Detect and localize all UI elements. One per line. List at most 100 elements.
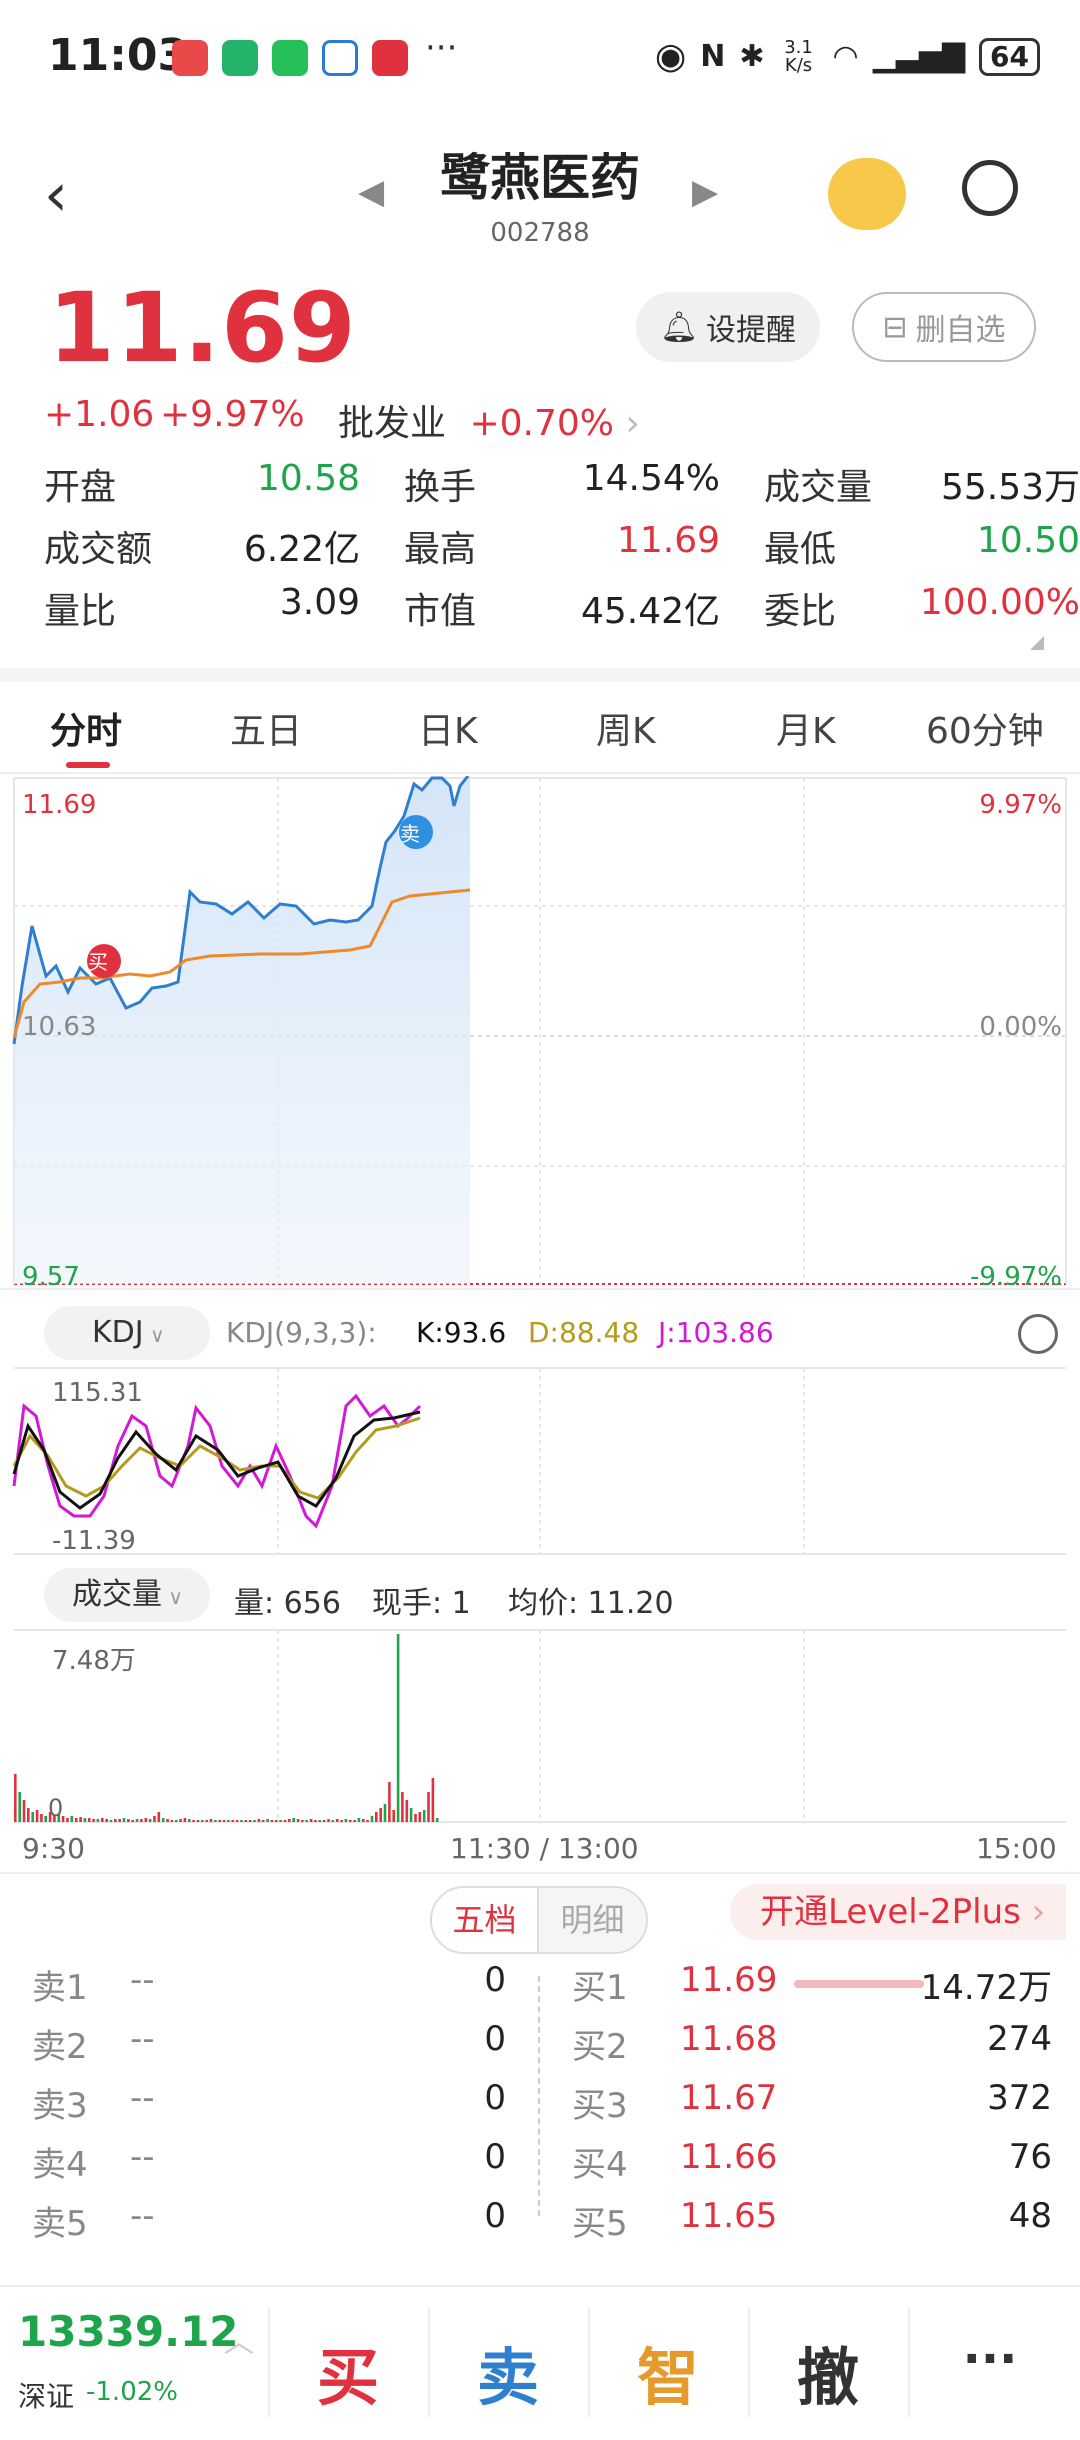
tab-five-levels[interactable]: 五档 <box>432 1888 540 1952</box>
volume-bar <box>218 1820 221 1822</box>
buy-order-row[interactable]: 买5 11.65 48 <box>540 2196 1080 2252</box>
volume-bar <box>174 1820 178 1822</box>
level2-upgrade-button[interactable]: 开通Level-2Plus › <box>730 1884 1066 1940</box>
volume-bar <box>314 1820 317 1822</box>
volume-bar <box>105 1819 108 1822</box>
volume-y-bottom: 0 <box>48 1794 64 1822</box>
turnover-label: 换手 <box>404 467 477 508</box>
cancel-order-button[interactable]: 撤 <box>748 2327 908 2417</box>
volume-bar <box>192 1820 195 1822</box>
buy-order-row[interactable]: 买4 11.66 76 <box>540 2137 1080 2193</box>
expand-stats-icon[interactable] <box>1030 636 1044 650</box>
remove-watchlist-button[interactable]: ⊟ 删自选 <box>852 292 1036 362</box>
buy-button[interactable]: 买 <box>268 2327 428 2417</box>
more-notifications-icon: ··· <box>425 28 458 68</box>
mascot-icon[interactable] <box>828 158 906 230</box>
bluetooth-icon: ✱ <box>739 39 765 74</box>
intraday-chart[interactable] <box>0 776 1080 1336</box>
order-qty: 0 <box>484 2078 506 2118</box>
volume-bar <box>188 1819 191 1822</box>
volume-bar <box>44 1816 47 1822</box>
wechat-icon <box>272 40 308 76</box>
sector-link[interactable]: 批发业 +0.70% › <box>338 394 640 446</box>
volume-bar <box>340 1820 343 1822</box>
sell-marker-label: 卖 <box>400 822 420 846</box>
kdj-chart[interactable] <box>0 1366 1080 1556</box>
volume-bar <box>353 1820 356 1822</box>
chevron-down-icon: ∨ <box>162 1585 183 1609</box>
tab-weekly-k[interactable]: 周K <box>596 702 656 754</box>
app-icon <box>322 40 358 76</box>
volume-bar <box>35 1810 39 1822</box>
volume-bar <box>196 1820 200 1822</box>
volume-bar <box>275 1820 278 1822</box>
mktcap-label: 市值 <box>404 591 477 632</box>
order-level-label: 卖1 <box>32 1968 88 2008</box>
volume-bar <box>31 1812 34 1822</box>
volume-bar <box>379 1808 382 1822</box>
chevron-up-icon[interactable]: ︿ <box>224 2317 254 2361</box>
more-icon[interactable]: ··· <box>910 2331 1070 2387</box>
next-stock-icon[interactable]: ▶ <box>692 172 718 212</box>
stock-name: 鹭燕医药 <box>440 149 640 207</box>
indicator-selector[interactable]: KDJ ∨ <box>44 1306 210 1360</box>
sell-order-row[interactable]: 卖3 -- 0 <box>0 2078 540 2134</box>
kdj-y-top: 115.31 <box>52 1378 143 1408</box>
search-icon[interactable] <box>962 160 1018 216</box>
volume-bar <box>170 1820 174 1822</box>
sell-order-row[interactable]: 卖2 -- 0 <box>0 2019 540 2075</box>
tab-60min[interactable]: 60分钟 <box>926 702 1044 754</box>
tab-daily-k[interactable]: 日K <box>418 702 478 754</box>
sell-order-row[interactable]: 卖5 -- 0 <box>0 2196 540 2252</box>
low-label: 最低 <box>764 529 837 570</box>
wifi-icon: ◠ <box>832 39 859 74</box>
volume-bar <box>270 1820 274 1822</box>
volume-hand: 现手: 1 <box>372 1586 471 1621</box>
volume-bar <box>283 1820 287 1822</box>
volume-bar <box>157 1812 161 1822</box>
order-level-label: 买1 <box>572 1968 628 2008</box>
index-value[interactable]: 13339.12 <box>18 2307 239 2356</box>
smart-button[interactable]: 智 <box>588 2327 748 2417</box>
volume-bar <box>70 1816 74 1822</box>
order-price: 11.67 <box>680 2078 778 2118</box>
sell-button[interactable]: 卖 <box>428 2327 588 2417</box>
buy-order-row[interactable]: 买1 11.69 14.72万 <box>540 1960 1080 2016</box>
set-alert-button[interactable]: 🔔︎ 设提醒 <box>636 292 820 362</box>
amount-value: 6.22亿 <box>243 529 360 570</box>
volume-bar <box>292 1818 295 1822</box>
volume-qty: 量: 656 <box>234 1586 341 1621</box>
volume-bar <box>14 1774 17 1822</box>
app-icon <box>372 40 408 76</box>
volume-bar <box>248 1820 252 1822</box>
tab-detail[interactable]: 明细 <box>539 1888 646 1952</box>
volume-bar <box>122 1818 126 1822</box>
order-qty: 274 <box>987 2019 1052 2059</box>
order-level-label: 卖4 <box>32 2145 88 2185</box>
volume-bar <box>87 1818 91 1822</box>
volume-chart[interactable] <box>0 1628 1080 1824</box>
tab-intraday[interactable]: 分时 <box>50 702 122 754</box>
bell-icon: 🔔︎ <box>659 309 699 345</box>
volume-bar <box>244 1820 248 1822</box>
buy-order-row[interactable]: 买3 11.67 372 <box>540 2078 1080 2134</box>
volume-bar <box>322 1820 326 1822</box>
tab-five-day[interactable]: 五日 <box>230 702 302 754</box>
sell-order-row[interactable]: 卖4 -- 0 <box>0 2137 540 2193</box>
orderbook-tabs: 五档 明细 <box>430 1886 648 1954</box>
nfc-icon: N <box>700 39 726 74</box>
volume-selector[interactable]: 成交量 ∨ <box>44 1568 210 1622</box>
tab-monthly-k[interactable]: 月K <box>776 702 836 754</box>
volume-bar <box>414 1814 417 1822</box>
volume-bar <box>183 1818 187 1822</box>
volume-bar <box>222 1820 226 1822</box>
volume-bar <box>396 1634 400 1822</box>
vol-ratio-label: 量比 <box>44 591 117 632</box>
settings-icon[interactable] <box>1018 1314 1058 1354</box>
volume-bar <box>383 1804 387 1822</box>
buy-order-row[interactable]: 买2 11.68 274 <box>540 2019 1080 2075</box>
status-right: ◉ N ✱ 3.1 K/s ◠ ▁▃▅▇ 64 <box>655 36 1040 77</box>
app-icon <box>172 40 208 76</box>
pct-axis-mid: 0.00% <box>979 1012 1062 1042</box>
sell-order-row[interactable]: 卖1 -- 0 <box>0 1960 540 2016</box>
